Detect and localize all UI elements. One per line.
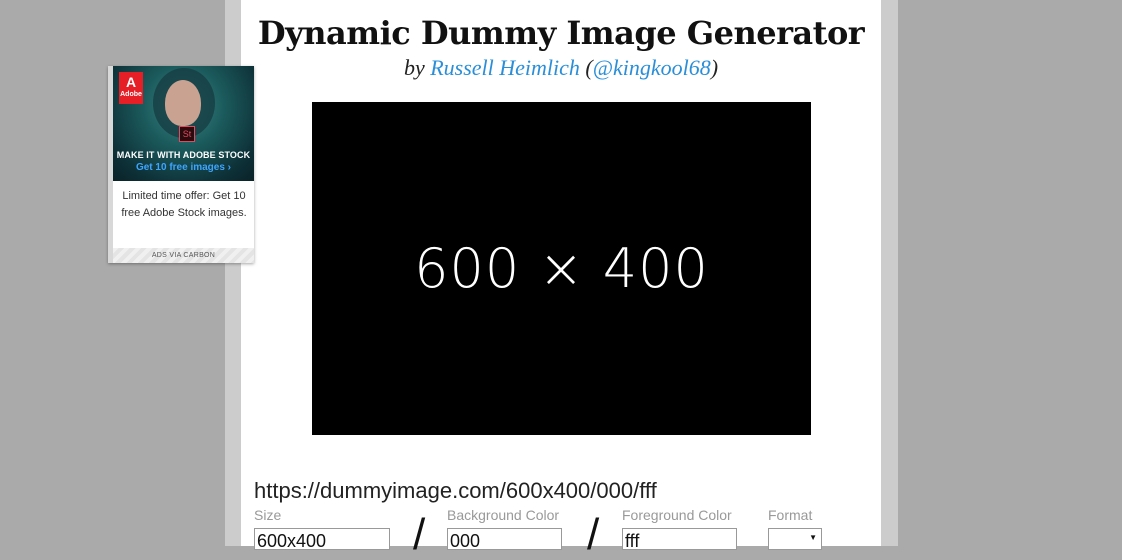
- adobe-stock-badge-icon: St: [179, 126, 195, 142]
- separator-slash: /: [587, 510, 600, 559]
- page-title: Dynamic Dummy Image Generator: [257, 14, 865, 52]
- preview-dimensions-text: 600 × 400: [414, 237, 709, 300]
- size-label: Size: [254, 507, 282, 523]
- twitter-handle-link[interactable]: @kingkool68: [593, 55, 711, 80]
- paren-open: (: [585, 55, 593, 80]
- foreground-color-label: Foreground Color: [622, 507, 732, 523]
- carbon-ad[interactable]: A Adobe St MAKE IT WITH ADOBE STOCK Get 1…: [108, 66, 254, 263]
- paren-close: ): [710, 55, 719, 80]
- ad-text-link[interactable]: Limited time offer: Get 10 free Adobe St…: [119, 188, 249, 222]
- author-link[interactable]: Russell Heimlich: [430, 55, 580, 80]
- generated-url: https://dummyimage.com/600x400/000/fff: [254, 478, 657, 503]
- ad-face-shape: [165, 80, 201, 126]
- adobe-logo-icon: A Adobe: [119, 72, 143, 104]
- ad-image[interactable]: A Adobe St MAKE IT WITH ADOBE STOCK Get 1…: [113, 66, 254, 181]
- byline: by Russell Heimlich (@kingkool68): [241, 55, 881, 81]
- ads-via-carbon-link[interactable]: ADS VIA CARBON: [113, 248, 254, 263]
- main-content: Dynamic Dummy Image Generator by Russell…: [241, 0, 881, 559]
- image-preview: 600 × 400: [312, 102, 811, 435]
- background-color-input[interactable]: 000: [447, 528, 562, 550]
- format-select[interactable]: ▼: [768, 528, 822, 550]
- chevron-down-icon: ▼: [809, 533, 817, 542]
- separator-slash: /: [413, 510, 426, 559]
- background-color-label: Background Color: [447, 507, 560, 523]
- size-input[interactable]: 600x400: [254, 528, 390, 550]
- byline-prefix: by: [403, 55, 425, 80]
- ad-headline: MAKE IT WITH ADOBE STOCK: [116, 150, 251, 160]
- format-label: Format: [768, 507, 813, 523]
- ad-cta: Get 10 free images ›: [135, 162, 232, 173]
- foreground-color-input[interactable]: fff: [622, 528, 737, 550]
